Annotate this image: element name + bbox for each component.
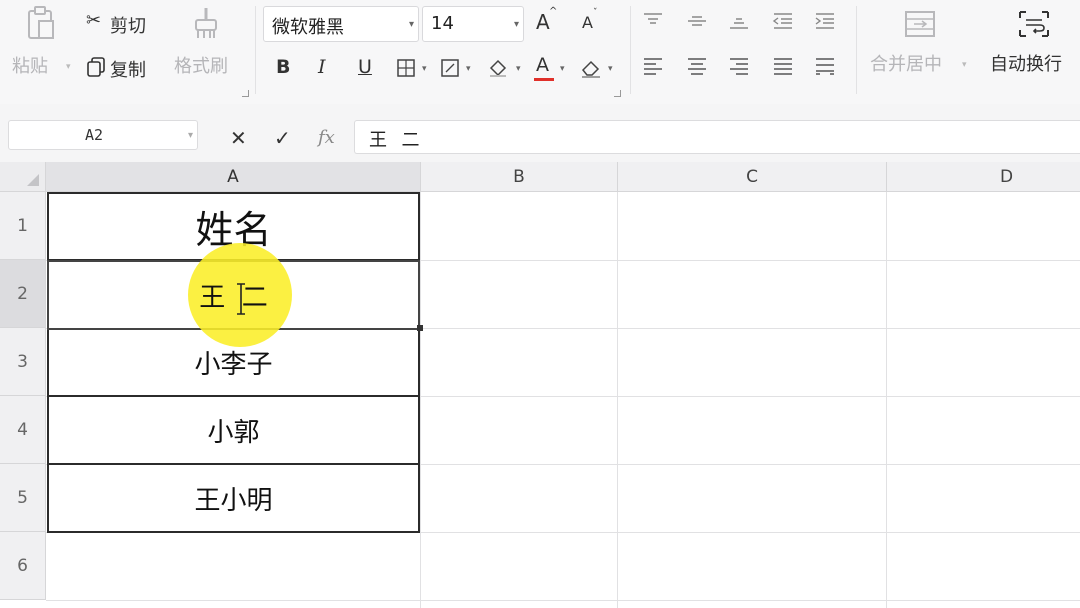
column-header-d[interactable]: D: [887, 162, 1080, 192]
underline-button[interactable]: U: [358, 56, 372, 78]
borders-button[interactable]: ▾: [396, 56, 434, 82]
name-box[interactable]: A2 ▾: [8, 120, 198, 150]
decrease-indent-icon[interactable]: [772, 12, 794, 30]
ribbon-separator: [630, 6, 631, 94]
chevron-down-icon: ▾: [408, 19, 414, 30]
cut-button[interactable]: ✂ 剪切: [84, 8, 164, 38]
clipboard-group-launcher[interactable]: [242, 90, 249, 97]
chevron-down-icon: ▾: [187, 130, 193, 141]
scissors-icon: ✂: [86, 10, 102, 31]
font-group-launcher[interactable]: [614, 90, 621, 97]
confirm-edit-button[interactable]: ✓: [274, 126, 291, 150]
column-header-b[interactable]: B: [421, 162, 618, 192]
justify-icon[interactable]: [772, 56, 794, 76]
row-header-4[interactable]: 4: [0, 396, 46, 464]
increase-font-size-button[interactable]: A ^: [534, 6, 560, 38]
merge-cells-icon: [905, 11, 935, 37]
formula-input-value: 王 二: [369, 130, 421, 151]
down-arrow-icon: ˇ: [593, 8, 598, 18]
row-header-1[interactable]: 1: [0, 192, 46, 260]
cell-a4[interactable]: 小郭: [47, 397, 420, 465]
select-all-triangle-icon: [27, 174, 39, 186]
align-left-icon[interactable]: [642, 56, 664, 76]
decrease-font-size-button[interactable]: A ˇ: [580, 8, 606, 38]
ribbon-toolbar: 粘贴 ▾ ✂ 剪切 复制 格式刷 微软雅黑 ▾ 14 ▾ A ^ A ˇ B I…: [0, 0, 1080, 105]
font-name-select[interactable]: 微软雅黑 ▾: [263, 6, 419, 42]
fill-color-button[interactable]: ▾: [488, 56, 528, 82]
paste-button[interactable]: 粘贴 ▾: [6, 4, 71, 94]
eraser-icon: [581, 60, 600, 78]
row-header-2[interactable]: 2: [0, 260, 46, 328]
row-header-5[interactable]: 5: [0, 464, 46, 532]
copy-icon: [87, 57, 105, 77]
fill-handle[interactable]: [417, 325, 423, 331]
font-color-underline: [534, 78, 554, 81]
insert-function-button[interactable]: fx: [318, 127, 335, 148]
cancel-edit-button[interactable]: ✕: [230, 126, 247, 150]
copy-button[interactable]: 复制: [84, 52, 164, 82]
increase-indent-icon[interactable]: [814, 12, 836, 30]
wrap-text-button[interactable]: 自动换行: [986, 6, 1080, 92]
font-color-button[interactable]: A ▾: [534, 54, 570, 84]
increase-font-icon: A: [536, 10, 550, 34]
paintbrush-icon: [195, 8, 217, 38]
chevron-down-icon: ▾: [422, 64, 427, 74]
formula-bar: A2 ▾ ✕ ✓ fx 王 二: [0, 104, 1080, 162]
align-right-icon[interactable]: [728, 56, 750, 76]
font-name-value: 微软雅黑: [272, 17, 344, 38]
column-header-a[interactable]: A: [46, 162, 421, 192]
cut-label: 剪切: [110, 16, 146, 37]
wrap-text-icon: [1019, 11, 1049, 37]
merge-center-button[interactable]: 合并居中 ▾: [866, 6, 976, 92]
paint-bucket-icon: [489, 59, 507, 77]
bold-button[interactable]: B: [276, 56, 290, 78]
cell-a2-text: 王 二: [199, 282, 268, 313]
ribbon-separator: [255, 6, 256, 94]
merge-center-label: 合并居中: [870, 54, 942, 75]
chevron-down-icon: ▾: [516, 64, 521, 74]
format-painter-label: 格式刷: [174, 56, 228, 77]
formula-input[interactable]: 王 二: [354, 120, 1080, 154]
select-all-button[interactable]: [0, 162, 46, 192]
column-header-c[interactable]: C: [618, 162, 887, 192]
gridline: [886, 192, 887, 608]
clipboard-icon: [28, 6, 54, 39]
chevron-down-icon: ▾: [560, 64, 565, 74]
gridline: [420, 192, 421, 608]
wrap-text-label: 自动换行: [990, 54, 1062, 75]
text-cursor-icon: [237, 283, 245, 315]
cell-a5[interactable]: 王小明: [47, 465, 420, 533]
row-header-6[interactable]: 6: [0, 532, 46, 600]
chevron-down-icon: ▾: [962, 60, 967, 70]
chevron-down-icon: ▾: [466, 64, 471, 74]
align-center-icon[interactable]: [686, 56, 708, 76]
font-color-icon: A: [536, 54, 549, 76]
distributed-align-icon[interactable]: [814, 56, 836, 76]
ribbon-separator: [856, 6, 857, 94]
align-middle-icon[interactable]: [686, 12, 708, 30]
up-arrow-icon: ^: [549, 6, 558, 17]
italic-button[interactable]: I: [318, 56, 326, 78]
chevron-down-icon: ▾: [608, 64, 613, 74]
format-painter-button[interactable]: 格式刷: [170, 4, 246, 94]
align-top-icon[interactable]: [642, 12, 664, 30]
fill-pattern-button[interactable]: ▾: [440, 56, 478, 82]
align-bottom-icon[interactable]: [728, 12, 750, 30]
font-size-select[interactable]: 14 ▾: [422, 6, 524, 42]
gridline: [46, 600, 1080, 601]
gridline: [617, 192, 618, 608]
row-header-3[interactable]: 3: [0, 328, 46, 396]
clear-format-button[interactable]: ▾: [580, 56, 618, 82]
paste-dropdown-caret[interactable]: ▾: [66, 62, 71, 72]
chevron-down-icon: ▾: [513, 19, 519, 30]
font-size-value: 14: [431, 13, 454, 34]
decrease-font-icon: A: [582, 13, 593, 32]
name-box-value: A2: [85, 126, 104, 144]
paste-label: 粘贴: [12, 56, 48, 77]
cell-fill-icon: [441, 59, 459, 77]
copy-label: 复制: [110, 60, 146, 81]
border-grid-icon: [397, 59, 415, 77]
